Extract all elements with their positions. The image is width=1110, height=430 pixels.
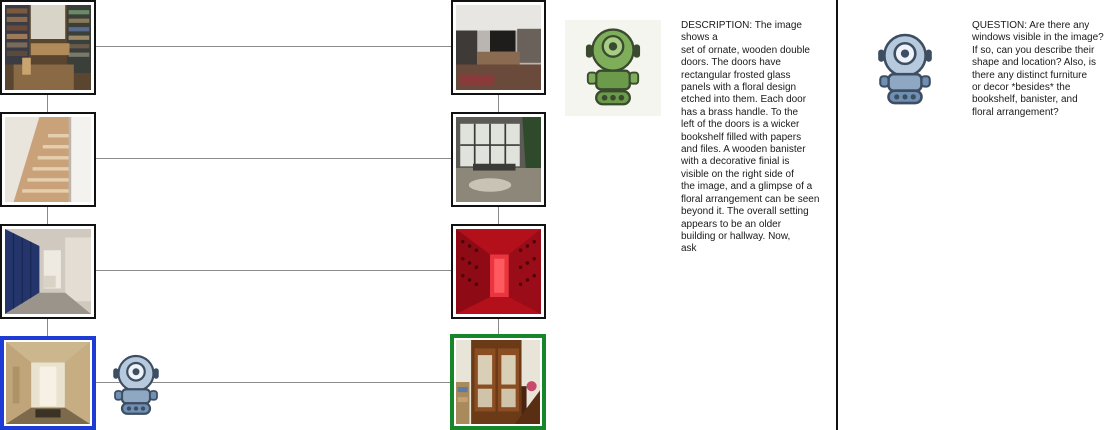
staircase-photo xyxy=(5,117,91,202)
left-image-1-library[interactable] xyxy=(0,0,96,95)
blue-robot-icon xyxy=(113,354,159,415)
wine-cellar-photo xyxy=(456,229,541,314)
left-image-3-locker-hallway[interactable] xyxy=(0,224,96,319)
double-doors-photo xyxy=(456,340,540,424)
sunroom-photo xyxy=(456,117,541,202)
right-image-4-double-doors-selected[interactable] xyxy=(450,334,546,430)
connector-row-3 xyxy=(95,270,451,271)
right-image-2-sunroom[interactable] xyxy=(451,112,546,207)
connector-row-1 xyxy=(95,46,451,47)
left-vertical-connector-1 xyxy=(47,94,48,112)
panel-divider xyxy=(836,0,838,430)
left-image-2-staircase[interactable] xyxy=(0,112,96,207)
green-robot-icon xyxy=(585,28,641,106)
corridor-photo xyxy=(6,342,90,424)
living-room-photo xyxy=(456,5,541,90)
right-image-1-living-room[interactable] xyxy=(451,0,546,95)
right-vertical-connector-1 xyxy=(498,94,499,112)
blue-robot-question-icon xyxy=(878,33,932,105)
left-vertical-connector-3 xyxy=(47,318,48,336)
library-photo xyxy=(5,5,91,90)
locker-hallway-photo xyxy=(5,229,91,314)
left-image-4-corridor-selected[interactable] xyxy=(0,336,96,430)
right-vertical-connector-2 xyxy=(498,206,499,224)
description-text: DESCRIPTION: The image shows a set of or… xyxy=(681,20,820,255)
left-vertical-connector-2 xyxy=(47,206,48,224)
connector-row-2 xyxy=(95,158,451,159)
right-image-3-wine-cellar[interactable] xyxy=(451,224,546,319)
question-text: QUESTION: Are there any windows visible … xyxy=(972,20,1104,118)
